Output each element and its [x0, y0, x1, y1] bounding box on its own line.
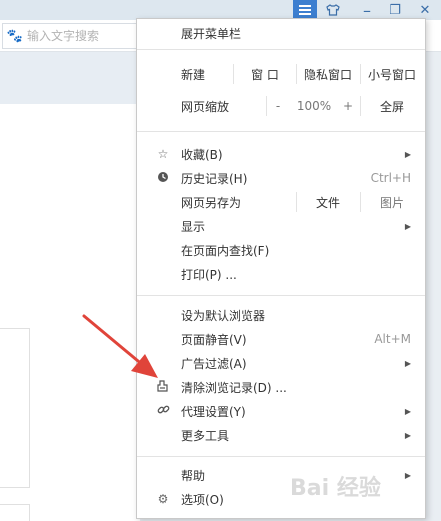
menu-item-clear-history[interactable]: 清除浏览记录(D) ... [137, 375, 425, 399]
zoom-out-button[interactable]: - [268, 94, 288, 118]
submenu-arrow-icon: ▶ [404, 406, 411, 416]
page-header-strip [0, 52, 140, 104]
zoom-level: 100% [296, 99, 332, 113]
menu-item-display[interactable]: 显示 ▶ [137, 214, 425, 238]
menu-separator [137, 131, 425, 132]
menu-item-label: 帮助 [181, 468, 206, 483]
menu-separator [137, 49, 425, 50]
menu-item-proxy[interactable]: 代理设置(Y) ▶ [137, 399, 425, 423]
new-small-window-button[interactable]: 小号窗口 [361, 62, 423, 86]
menu-item-print[interactable]: 打印(P) ... [137, 262, 425, 286]
new-private-window-button[interactable]: 隐私窗口 [297, 62, 359, 86]
menu-item-history[interactable]: 历史记录(H) Ctrl+H [137, 166, 425, 190]
menu-separator [137, 295, 425, 296]
submenu-arrow-icon: ▶ [404, 221, 411, 231]
menu-item-label: 收藏(B) [181, 147, 223, 162]
shortcut-label: Ctrl+H [370, 171, 411, 185]
menu-item-more-tools[interactable]: 更多工具 ▶ [137, 423, 425, 447]
menu-item-label: 在页面内查找(F) [181, 243, 270, 258]
menu-item-label: 展开菜单栏 [181, 26, 242, 41]
menu-item-label: 选项(O) [181, 492, 224, 507]
divider [266, 96, 267, 116]
menu-item-help[interactable]: 帮助 ▶ [137, 463, 425, 487]
menu-item-favorites[interactable]: ☆ 收藏(B) ▶ [137, 142, 425, 166]
shirt-icon[interactable] [321, 0, 345, 20]
page-card [0, 504, 30, 521]
menu-separator [137, 456, 425, 457]
gear-icon: ⚙ [157, 492, 169, 506]
menu-item-label: 清除浏览记录(D) ... [181, 380, 287, 395]
menu-item-expand-menubar[interactable]: 展开菜单栏 [137, 21, 425, 45]
menu-item-find[interactable]: 在页面内查找(F) [137, 238, 425, 262]
submenu-arrow-icon: ▶ [404, 470, 411, 480]
menu-item-label: 代理设置(Y) [181, 404, 246, 419]
menu-item-options[interactable]: ⚙ 选项(O) [137, 487, 425, 511]
menu-item-label: 网页缩放 [181, 99, 230, 114]
page-card [0, 328, 30, 488]
new-window-button[interactable]: 窗 口 [235, 62, 295, 86]
menu-item-set-default[interactable]: 设为默认浏览器 [137, 303, 425, 327]
clock-icon [156, 171, 170, 186]
menu-item-label: 打印(P) ... [181, 267, 237, 282]
minimize-button[interactable]: – [355, 0, 379, 20]
search-box[interactable]: 🐾 [2, 23, 137, 49]
fullscreen-button[interactable]: 全屏 [361, 94, 423, 118]
title-bar: – ❐ ✕ [0, 0, 441, 20]
menu-item-label: 新建 [181, 67, 206, 82]
star-icon: ☆ [157, 147, 169, 161]
hamburger-icon[interactable] [293, 0, 317, 20]
menu-item-label: 历史记录(H) [181, 171, 248, 186]
menu-item-label: 更多工具 [181, 428, 230, 443]
watermark: Bai 经验 [290, 476, 381, 501]
menu-item-mute[interactable]: 页面静音(V) Alt+M [137, 327, 425, 351]
eraser-icon [156, 379, 170, 395]
divider [233, 64, 234, 84]
paw-icon: 🐾 [6, 28, 24, 44]
menu-item-label: 显示 [181, 219, 206, 234]
menu-item-adblock[interactable]: 广告过滤(A) ▶ [137, 351, 425, 375]
search-input[interactable] [27, 29, 132, 43]
close-button[interactable]: ✕ [413, 0, 437, 20]
menu-item-label: 广告过滤(A) [181, 356, 247, 371]
save-as-file-button[interactable]: 文件 [297, 190, 359, 214]
menu-item-label: 页面静音(V) [181, 332, 247, 347]
shortcut-label: Alt+M [374, 332, 411, 346]
menu-item-label: 设为默认浏览器 [181, 308, 266, 323]
link-icon [156, 403, 170, 419]
submenu-arrow-icon: ▶ [404, 358, 411, 368]
submenu-arrow-icon: ▶ [404, 149, 411, 159]
maximize-button[interactable]: ❐ [383, 0, 407, 20]
menu-item-label: 网页另存为 [181, 195, 242, 210]
main-menu: 展开菜单栏 新建 窗 口 隐私窗口 小号窗口 网页缩放 - 100% + 全屏 … [136, 18, 426, 519]
submenu-arrow-icon: ▶ [404, 430, 411, 440]
zoom-in-button[interactable]: + [338, 94, 358, 118]
save-as-image-button[interactable]: 图片 [361, 190, 423, 214]
